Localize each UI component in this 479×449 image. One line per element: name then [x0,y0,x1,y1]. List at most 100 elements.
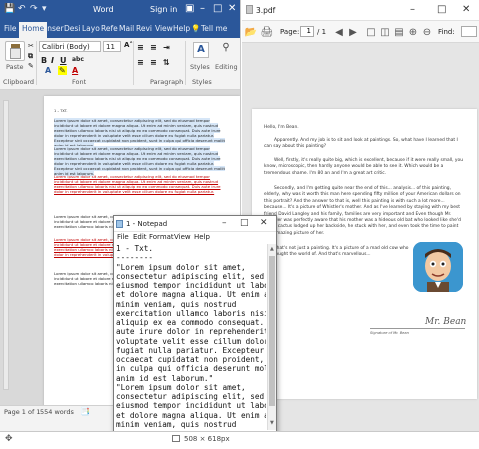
font-name-select[interactable]: Calibri (Body) [39,41,101,52]
pdf-paragraph: Apparently. And my job is to sit and loo… [264,138,458,150]
copy-icon[interactable]: ⧉ [28,52,33,61]
screenshot-root: 💾 ↶ ↷ ▾ Word Sign in ▣ – □ ✕ File Home I… [0,0,479,449]
lightbulb-icon: 💡 [191,24,201,33]
page-label: Page: [280,28,300,36]
tab-view[interactable]: View [155,24,173,33]
tab-insert[interactable]: Inser [45,24,64,33]
bold-button[interactable]: B [41,56,47,65]
clipboard-paste-icon[interactable] [5,41,25,61]
align-left-icon[interactable]: ≡ [137,58,144,67]
status-page-count[interactable]: Page 1 of 1 [4,408,40,416]
pdf-page: Hello, I'm Bean. Apparently. And my job … [252,109,477,399]
close-icon[interactable]: ✕ [462,4,470,15]
notepad-text-area[interactable]: 1 - Txt. -------- "Lorem ipsum dolor sit… [116,244,266,430]
page-number-input[interactable]: 1 [300,26,314,37]
zoom-out-icon[interactable]: ⊖ [420,25,434,39]
close-icon[interactable]: ✕ [228,3,236,14]
tab-file[interactable]: File [4,24,17,33]
bottom-status-strip: ✥ 508 × 618px [0,431,479,449]
styles-gallery-icon[interactable]: A [193,42,209,58]
group-styles-label: Styles [192,78,212,86]
group-clipboard-label: Clipboard [3,78,35,86]
align-center-icon[interactable]: ≡ [150,58,157,67]
scroll-down-icon[interactable]: ▼ [270,420,274,426]
maximize-icon[interactable]: □ [240,218,249,228]
strikethrough-icon[interactable]: abc [72,56,84,63]
doc-paragraph: Lorem ipsum dolor sit amet, consectetur … [54,118,230,149]
styles-button-label[interactable]: Styles [190,63,210,71]
bullets-icon[interactable]: ≡ [137,43,144,52]
ribbon-display-icon[interactable]: ▣ [185,3,194,14]
tab-design[interactable]: Desi [64,24,80,33]
open-file-icon[interactable]: 📂 [244,25,258,39]
indent-icon[interactable]: ⇥ [163,43,170,52]
notepad-title: 1 - Notepad [126,220,168,228]
minimize-icon[interactable]: – [222,218,227,228]
pdf-title-bar: 3.pdf – □ ✕ [242,0,479,21]
underline-button[interactable]: U [60,56,67,65]
status-word-count[interactable]: 554 words [40,408,74,416]
image-dimensions: 508 × 618px [184,435,230,443]
signature: Mr. Bean [425,317,467,327]
signature-caption: Signature of Mr. Bean [370,331,409,335]
undo-icon[interactable]: ↶ [18,4,26,14]
pdf-greeting: Hello, I'm Bean. [264,125,299,130]
group-font-label: Font [72,78,87,86]
single-page-icon[interactable]: □ [364,25,378,39]
menu-format[interactable]: Format [149,233,174,241]
tab-mailings[interactable]: Mail [119,24,134,33]
prev-page-icon[interactable]: ◀ [332,25,346,39]
mr-bean-portrait-image [413,242,463,292]
print-icon[interactable]: 🖨 [260,25,274,39]
italic-button[interactable]: I [51,56,54,65]
editing-button-label[interactable]: Editing [215,63,238,71]
highlight-icon[interactable]: ✎ [58,66,67,75]
tab-review[interactable]: Revi [136,24,152,33]
selection-size-icon [172,435,180,442]
page-total: / 1 [317,28,327,36]
font-size-select[interactable]: 11 [103,41,121,52]
maximize-icon[interactable]: □ [437,4,446,15]
cut-icon[interactable]: ✂ [28,42,34,50]
save-icon[interactable]: 💾 [4,4,15,14]
next-page-icon[interactable]: ▶ [346,25,360,39]
maximize-icon[interactable]: □ [213,3,222,14]
line-spacing-icon[interactable]: ⇅ [163,58,170,67]
notepad-scrollbar[interactable]: ▲ ▼ [267,244,276,430]
fit-width-icon[interactable]: ▤ [392,25,406,39]
notepad-title-bar: 1 - Notepad – □ ✕ [114,216,276,232]
scroll-up-icon[interactable]: ▲ [270,246,274,252]
proofing-icon[interactable]: 📑 [80,407,90,416]
tab-references[interactable]: Refe [101,24,118,33]
text-effects-button[interactable]: A [45,66,51,75]
word-ribbon: Paste ✂ ⧉ ✎ Clipboard Calibri (Body) 11 … [0,38,240,90]
zoom-in-icon[interactable]: ⊕ [406,25,420,39]
paste-label[interactable]: Paste [6,63,24,71]
tell-me-search[interactable]: Tell me [201,24,227,33]
minimize-icon[interactable]: – [410,4,415,15]
signin-link[interactable]: Sign in [150,5,177,14]
menu-view[interactable]: View [174,233,191,241]
menu-edit[interactable]: Edit [133,233,147,241]
move-cursor-icon: ✥ [5,434,13,444]
numbering-icon[interactable]: ≡ [150,43,157,52]
scrollbar-thumb[interactable] [269,256,275,406]
redo-icon[interactable]: ↷ [30,4,38,14]
signature-line [370,328,465,329]
tab-help[interactable]: Help [173,24,190,33]
notepad-window: 1 - Notepad – □ ✕ File Edit Format View … [113,215,277,435]
tab-layout[interactable]: Layo [82,24,100,33]
find-icon[interactable]: ⚲ [219,42,233,58]
close-icon[interactable]: ✕ [260,218,268,228]
tab-home[interactable]: Home [19,22,48,38]
format-painter-icon[interactable]: ✎ [28,62,34,70]
minimize-icon[interactable]: – [200,3,205,14]
menu-file[interactable]: File [117,233,129,241]
find-input[interactable] [461,26,477,37]
font-color-button[interactable]: A [72,66,78,75]
facing-pages-icon[interactable]: ◫ [378,25,392,39]
menu-help[interactable]: Help [194,233,210,241]
pdf-viewer-window: 3.pdf – □ ✕ 📂 🖨 Page: 1 / 1 ◀ ▶ □ ◫ ▤ ⊕ … [242,0,479,431]
quick-access-dropdown-icon[interactable]: ▾ [42,4,47,14]
grow-font-icon[interactable]: A˄ [124,41,133,49]
